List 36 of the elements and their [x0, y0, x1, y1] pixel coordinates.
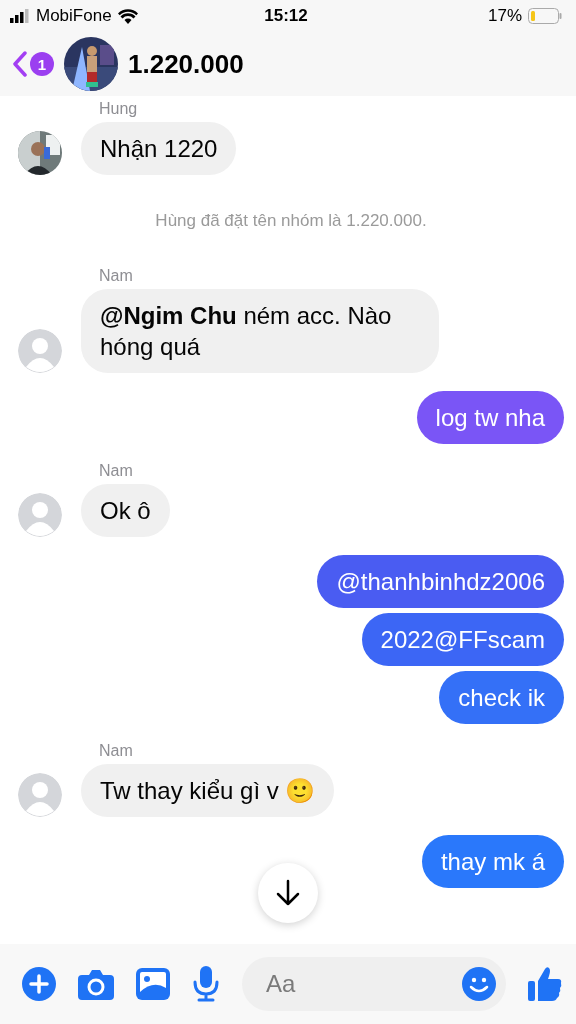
signal-icon [10, 9, 30, 23]
message-bubble: Tw thay kiểu gì v 🙂 [81, 764, 335, 817]
message-bubble: log tw nha [416, 391, 564, 444]
scroll-down-button[interactable] [258, 863, 318, 923]
battery-percent: 17% [487, 6, 522, 26]
image-button[interactable] [136, 968, 170, 1000]
sender-name: Nam [99, 267, 134, 285]
system-message: Hùng đã đặt tên nhóm là 1.220.000. [154, 210, 428, 232]
message-bubble: Ok ô [81, 484, 170, 537]
wifi-icon [117, 8, 138, 24]
sender-name: Nam [99, 462, 134, 480]
message-bubble: Nhận 1220 [81, 122, 237, 175]
arrow-down-icon[interactable] [275, 879, 301, 907]
chevron-left-icon[interactable] [12, 51, 28, 77]
message-bubble: @thanhbinhdz2006 [317, 555, 564, 608]
clock: 15:12 [263, 6, 309, 26]
message-bubble: check ik [439, 671, 564, 724]
microphone-button[interactable] [192, 966, 220, 1002]
back-button[interactable]: 1 [12, 51, 54, 77]
conversation-title: 1.220.000 [128, 48, 244, 80]
message-bubble: 2022@FFscam [361, 613, 564, 666]
camera-button[interactable] [78, 968, 114, 1000]
message-bubble: thay mk á [421, 835, 564, 888]
carrier-name: MobiFone [36, 6, 112, 26]
sender-name: Hung [99, 100, 139, 118]
message-bubble: @Ngim Chu ném acc. Nào hóng quá [81, 289, 439, 373]
battery-icon [528, 8, 562, 24]
like-button[interactable] [528, 966, 562, 1002]
sender-name: Nam [99, 742, 134, 760]
avatar-icon [18, 773, 62, 817]
avatar-icon [18, 493, 62, 537]
add-button[interactable] [22, 967, 56, 1001]
unread-count: 1 [30, 52, 54, 76]
emoji-icon[interactable] [462, 967, 496, 1001]
avatar-icon [18, 329, 62, 373]
message-field[interactable]: Aa [242, 957, 506, 1011]
